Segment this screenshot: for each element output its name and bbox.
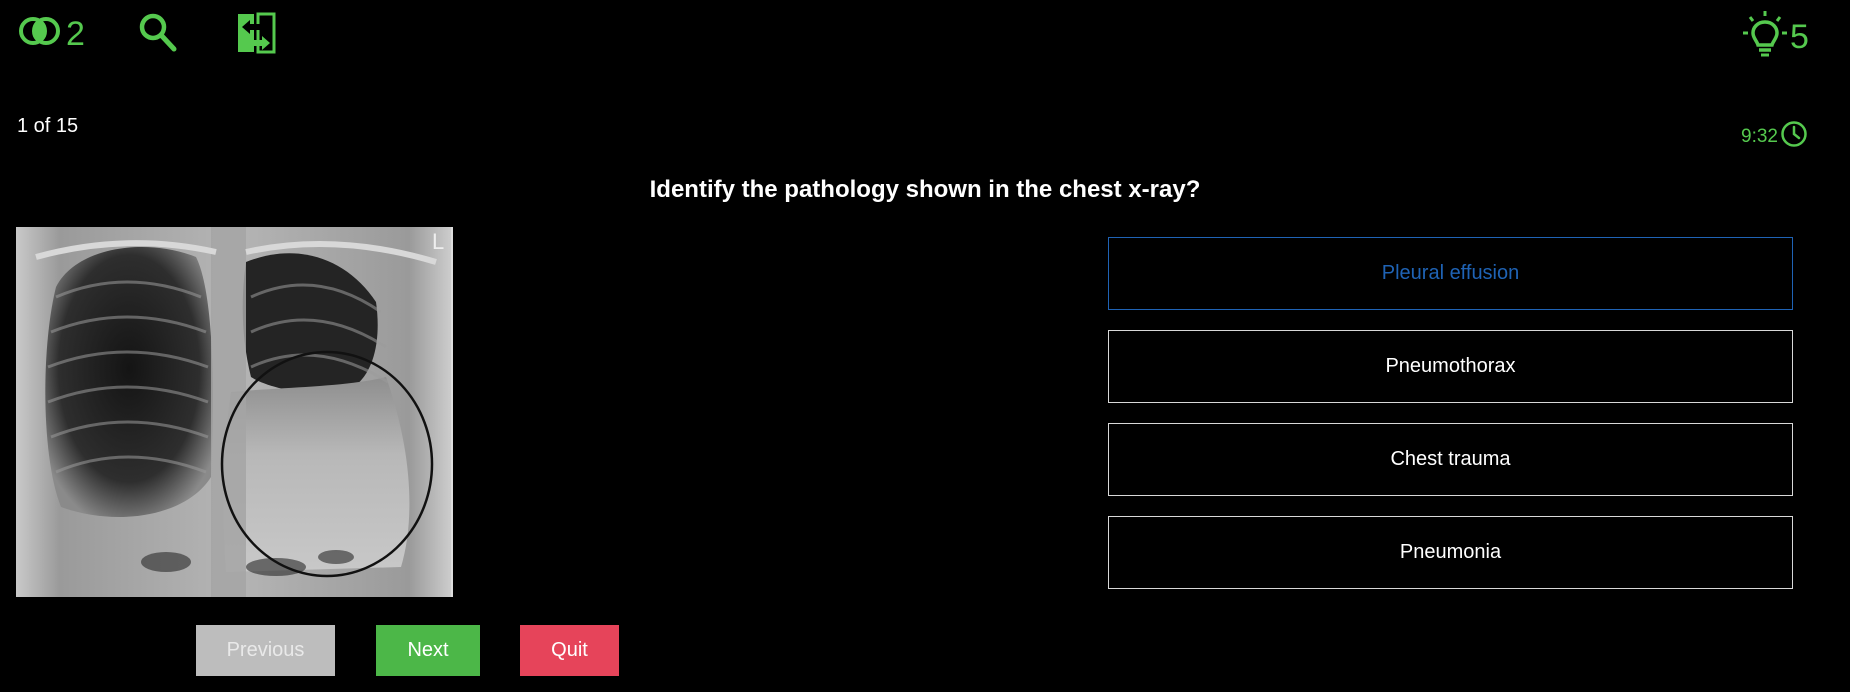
clock-icon	[1778, 120, 1808, 154]
answer-options: Pleural effusion Pneumothorax Chest trau…	[1108, 237, 1793, 609]
answer-option-pneumonia[interactable]: Pneumonia	[1108, 516, 1793, 589]
swap-question-lifeline[interactable]	[236, 10, 276, 61]
countdown-timer: 9:32	[1741, 120, 1808, 154]
answer-option-label: Pneumonia	[1399, 541, 1502, 563]
answer-option-label: Chest trauma	[1390, 448, 1511, 470]
quiz-screen: 2 5 1 of 15 9:32 Identify the pathology …	[0, 0, 1850, 692]
swap-icon	[236, 10, 276, 61]
search-lifeline[interactable]	[138, 12, 178, 59]
lightbulb-icon	[1742, 10, 1788, 63]
question-text: Identify the pathology shown in the ches…	[649, 176, 1201, 203]
chest-xray-image: L	[16, 227, 453, 597]
xray-side-marker: L	[432, 229, 444, 254]
previous-button[interactable]: Previous	[196, 625, 335, 676]
hint-count: 5	[1790, 17, 1809, 56]
fifty-fifty-icon	[18, 14, 64, 53]
timer-text: 9:32	[1741, 126, 1778, 147]
answer-option-label: Pleural effusion	[1381, 262, 1520, 284]
hint-lifeline[interactable]: 5	[1742, 10, 1809, 63]
fifty-fifty-count: 2	[66, 14, 85, 53]
search-icon	[138, 12, 178, 59]
quit-button[interactable]: Quit	[520, 625, 619, 676]
answer-option-chest-trauma[interactable]: Chest trauma	[1108, 423, 1793, 496]
question-progress: 1 of 15	[17, 115, 79, 137]
answer-option-pleural-effusion[interactable]: Pleural effusion	[1108, 237, 1793, 310]
fifty-fifty-lifeline[interactable]: 2	[18, 14, 85, 53]
answer-option-label: Pneumothorax	[1385, 355, 1516, 377]
answer-option-pneumothorax[interactable]: Pneumothorax	[1108, 330, 1793, 403]
next-button[interactable]: Next	[376, 625, 480, 676]
